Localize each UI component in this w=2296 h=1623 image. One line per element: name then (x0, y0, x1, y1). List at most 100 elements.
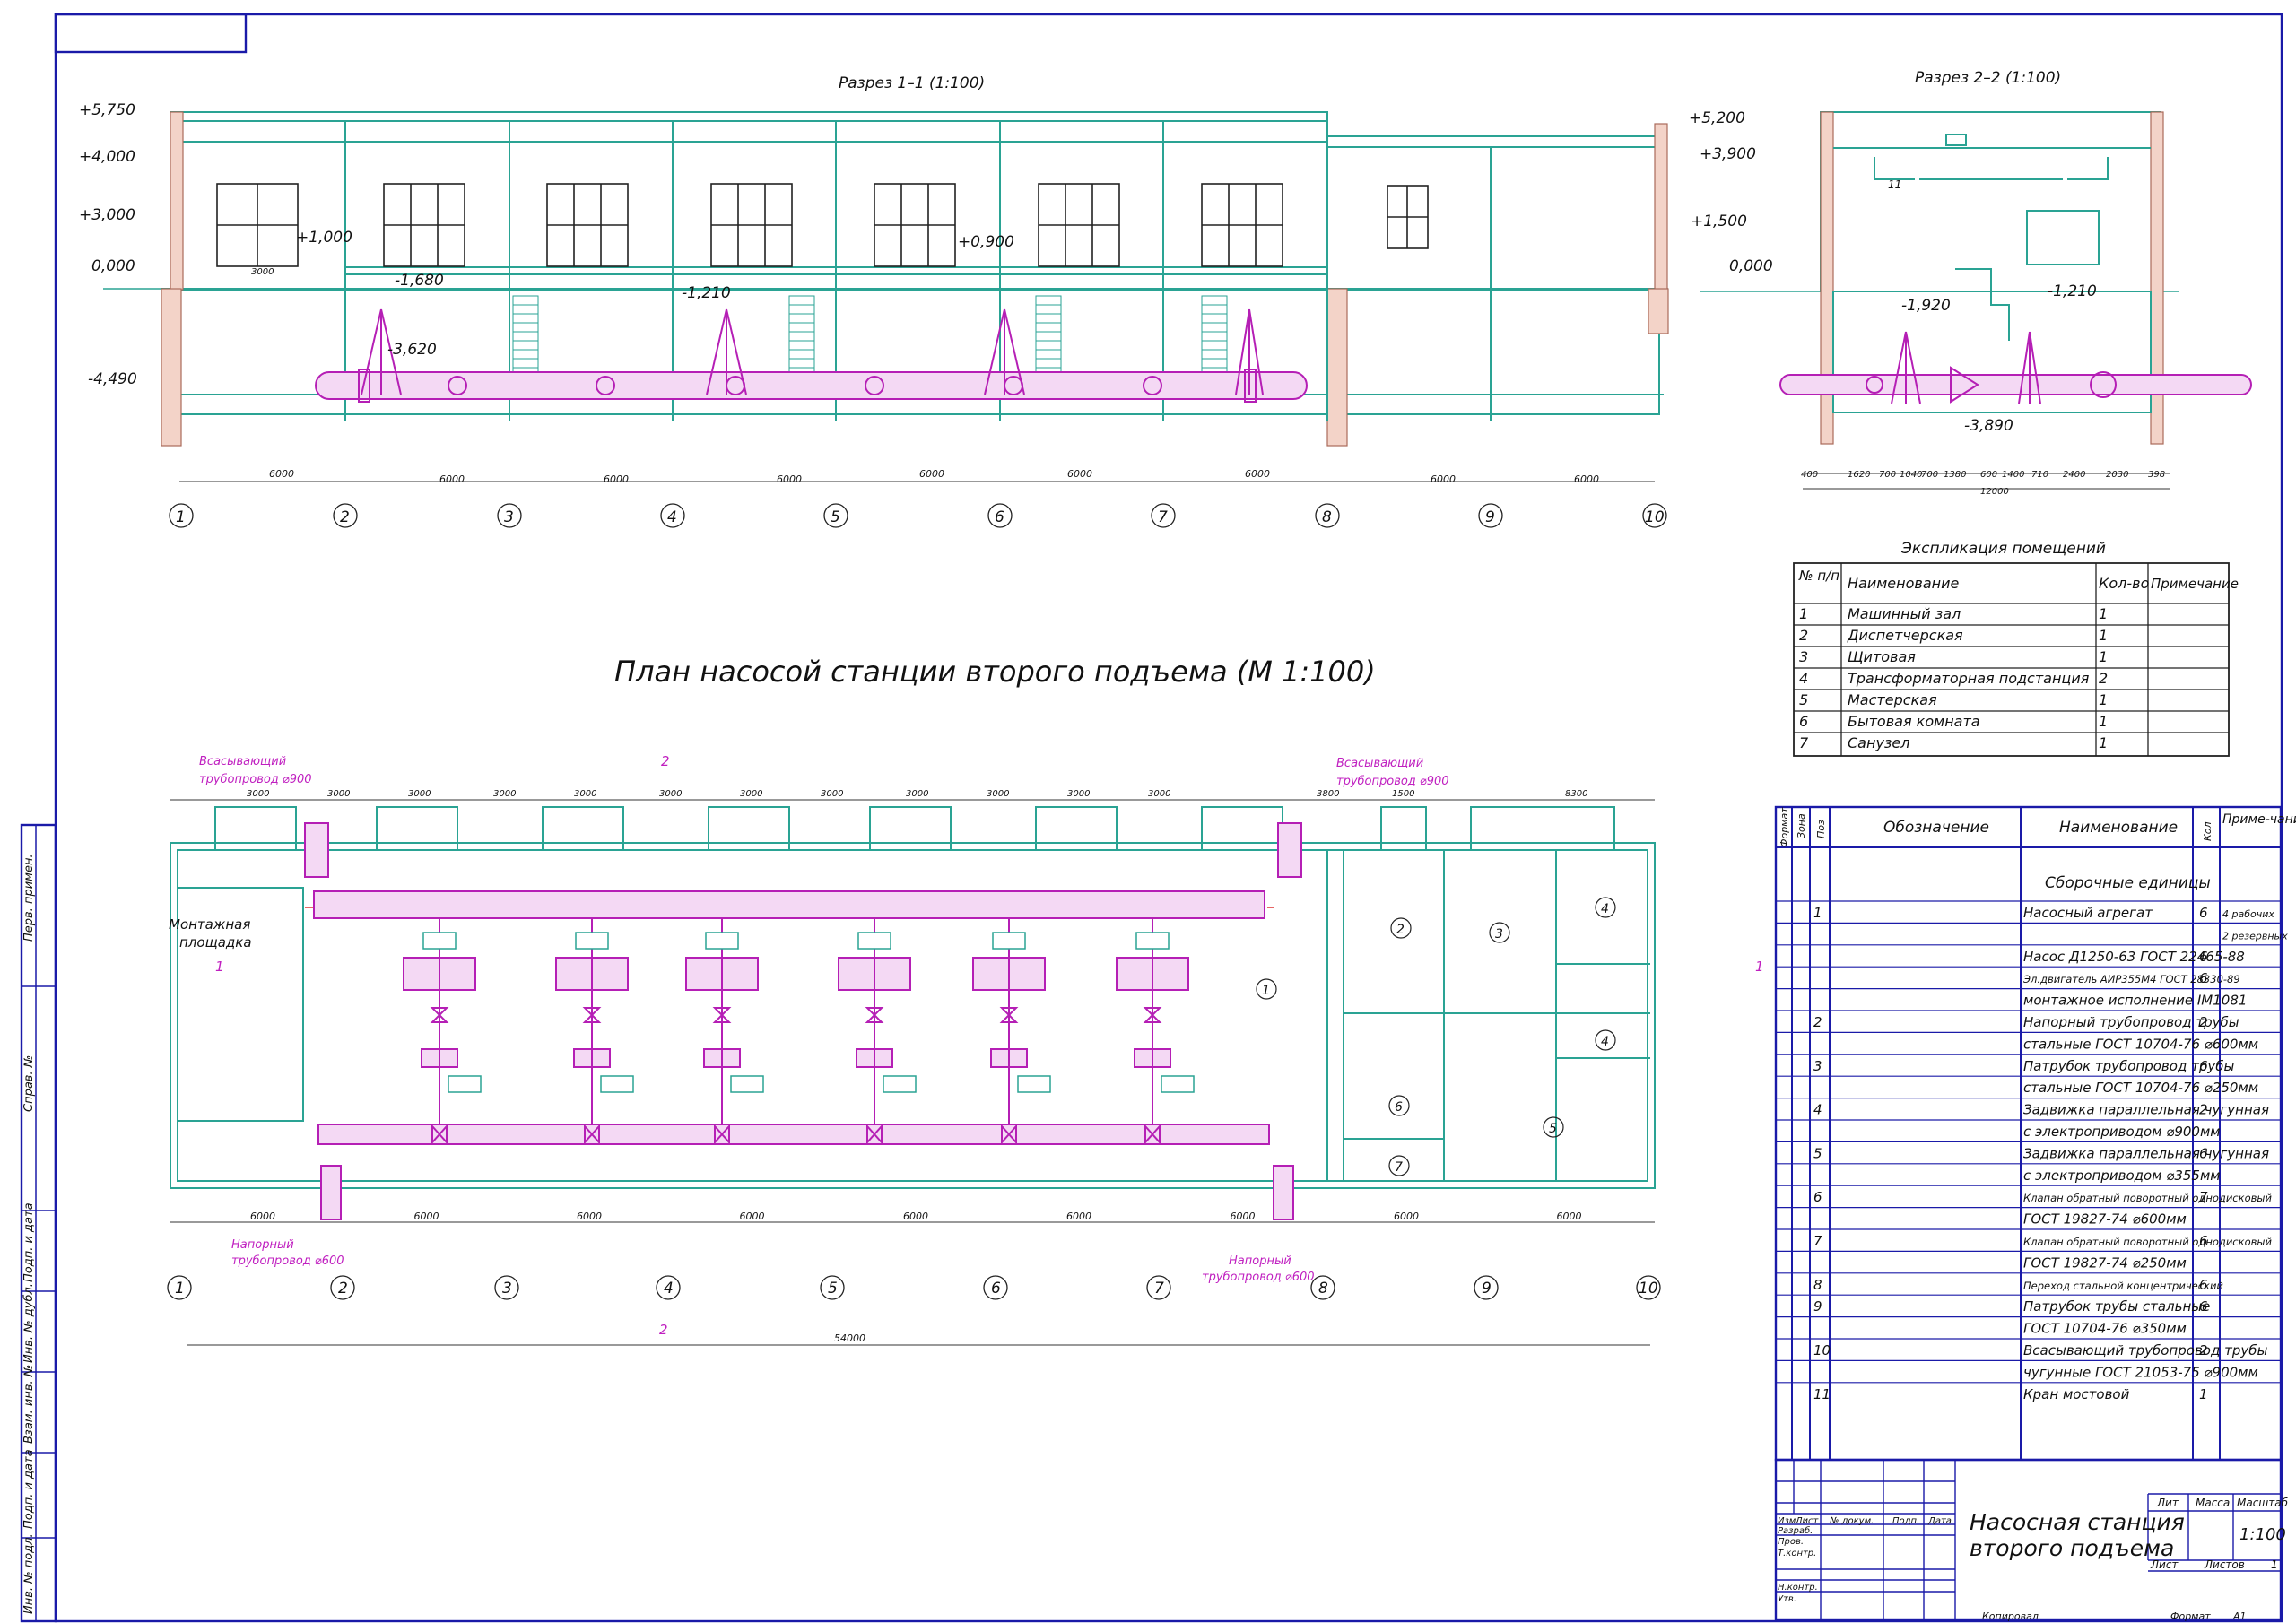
plan-axis-label: 10 (1639, 1280, 1658, 1298)
dim-label: 710 (2031, 470, 2048, 480)
room-number: 6 (1395, 1100, 1403, 1115)
dim-label: 1620 (1848, 470, 1870, 480)
section-mark: 1 (215, 959, 224, 975)
tb-role: № докум. (1829, 1516, 1874, 1526)
level-label: -1,680 (395, 272, 444, 290)
plan-top-dim: 3000 (1067, 789, 1090, 799)
plan-top-dim: 3000 (247, 789, 269, 799)
spec-header: Наименование (2059, 819, 2178, 837)
side-stamp-label-1: Справ. № (22, 1055, 36, 1112)
spec-cell: Насос Д1250-63 ГОСТ 22465-88 (2023, 949, 2245, 965)
spec-cell: 7 (2199, 1189, 2208, 1205)
spec-header: Кол (2202, 821, 2213, 841)
explication-cell: 5 (1799, 691, 1808, 708)
level-label: 0,000 (91, 257, 135, 275)
tb-format: Формат (2170, 1610, 2211, 1622)
spec-cell: 4 (1813, 1102, 1822, 1118)
plan-axis-label: 6 (991, 1280, 1001, 1298)
explication-table: Экспликация помещений № п/п Наименование… (1793, 540, 2239, 757)
plan-axis-label: 8 (1318, 1280, 1328, 1298)
spec-cell: с электроприводом ⌀355мм (2023, 1167, 2221, 1184)
tb-person: Т.контр. (1778, 1549, 1816, 1558)
pressure-label-left-1: Напорный (231, 1238, 294, 1252)
axis-label: 9 (1485, 508, 1495, 526)
tb-person: Разраб. (1778, 1525, 1813, 1536)
section-1-1: Разрез 1–1 (1:100) +5,750 +4,000 +3,000 … (79, 74, 1756, 528)
spec-cell: 4 рабочих (2222, 908, 2274, 920)
spec-cell: 1 (2199, 1386, 2208, 1402)
pressure-label-left-2: трубопровод ⌀600 (231, 1254, 344, 1268)
spec-cell: 1 (1813, 905, 1822, 921)
title-block: Насосная станция второго подъема Лит Мас… (1774, 1458, 2289, 1622)
spec-cell: 6 (2199, 970, 2208, 986)
top-left-stamp (54, 13, 248, 54)
spec-cell: Задвижка параллельная чугунная (2023, 1102, 2269, 1118)
tb-mass: Масса (2196, 1497, 2230, 1509)
level-label: +1,500 (1691, 213, 1747, 230)
dim-label: 1380 (1944, 470, 1966, 480)
tb-role: Лист (1795, 1516, 1820, 1526)
pressure-label-right-2: трубопровод ⌀600 (1202, 1271, 1315, 1284)
level-label: +0,900 (958, 233, 1014, 251)
side-stamp-label-4: Взам. инв. № (22, 1365, 36, 1444)
plan-view: План насосой станции второго подъема (М … (167, 655, 1764, 1346)
spec-cell: 2 (2199, 1102, 2208, 1118)
level-label: -3,620 (387, 341, 437, 359)
level-label: -1,210 (682, 284, 731, 302)
room-number: 5 (1549, 1122, 1557, 1136)
spec-cell: Патрубок трубы стальные (2023, 1298, 2210, 1315)
plan-bottom-dim: 6000 (250, 1211, 275, 1222)
plan-bottom-dim: 6000 (1557, 1211, 1582, 1222)
tb-person: Н.контр. (1778, 1583, 1818, 1593)
spec-cell: 3 (1813, 1058, 1822, 1074)
plan-top-dim: 3000 (906, 789, 928, 799)
explication-cell: 1 (2099, 605, 2108, 622)
section2-title: Разрез 2–2 (1:100) (1915, 69, 2061, 87)
level-label: +1,000 (296, 229, 352, 247)
specification-table: Формат Зона Поз Обозначение Наименование… (1774, 805, 2296, 1462)
room-number: 3 (1495, 927, 1503, 942)
spec-cell: 10 (1813, 1342, 1831, 1358)
level-label: -3,890 (1964, 417, 2013, 435)
pump-motor (857, 932, 891, 950)
spec-cell: 6 (2199, 1058, 2208, 1074)
side-stamp-label-6: Инв. № подл. (22, 1533, 36, 1614)
pump-motor (705, 932, 739, 950)
spec-cell: 6 (2199, 1298, 2208, 1315)
axis-label: 7 (1158, 508, 1168, 526)
section1-title: Разрез 1–1 (1:100) (839, 74, 985, 92)
spec-cell: 6 (2199, 949, 2208, 965)
explication-cell: 2 (2099, 670, 2108, 687)
dim-label: 6000 (439, 473, 465, 485)
tb-role: Изм (1778, 1516, 1796, 1526)
plan-axis-label: 7 (1154, 1280, 1164, 1298)
spec-cell: стальные ГОСТ 10704-76 ⌀600мм (2023, 1036, 2258, 1052)
plan-total-length: 54000 (834, 1332, 865, 1344)
explication-cell: Машинный зал (1848, 605, 1961, 622)
spec-group: Сборочные единицы (2045, 874, 2211, 892)
spec-cell: ГОСТ 19827-74 ⌀600мм (2023, 1211, 2187, 1228)
tb-sheets-count: 1 (2271, 1558, 2278, 1571)
spec-cell: Кран мостовой (2023, 1386, 2130, 1402)
tb-sheets: Листов (2204, 1558, 2245, 1571)
level-label: +5,200 (1689, 109, 1745, 127)
pump-motor (575, 932, 609, 950)
spec-cell: монтажное исполнение IM1081 (2023, 993, 2247, 1009)
level-label: +3,000 (79, 206, 135, 224)
spec-header: Поз (1815, 820, 1827, 838)
explication-header: Наименование (1848, 575, 1959, 592)
spec-cell: 2 резервных (2222, 930, 2288, 942)
spec-cell: 9 (1813, 1298, 1822, 1315)
pump-motor (422, 932, 457, 950)
dim-label: 1400 (2002, 470, 2024, 480)
dim-label: 700 (1921, 470, 1938, 480)
spec-cell: с электроприводом ⌀900мм (2023, 1124, 2221, 1140)
axis-label: 10 (1645, 508, 1665, 526)
side-stamp-label-5: Подп. и дата (22, 1449, 36, 1529)
plan-bottom-dim: 6000 (903, 1211, 928, 1222)
dim-label: 600 (1980, 470, 1997, 480)
dim-label: 1040 (1900, 470, 1922, 480)
pump-motor (883, 1075, 917, 1093)
tb-copied: Копировал (1982, 1610, 2039, 1622)
plan-bottom-dim: 6000 (1231, 1211, 1256, 1222)
